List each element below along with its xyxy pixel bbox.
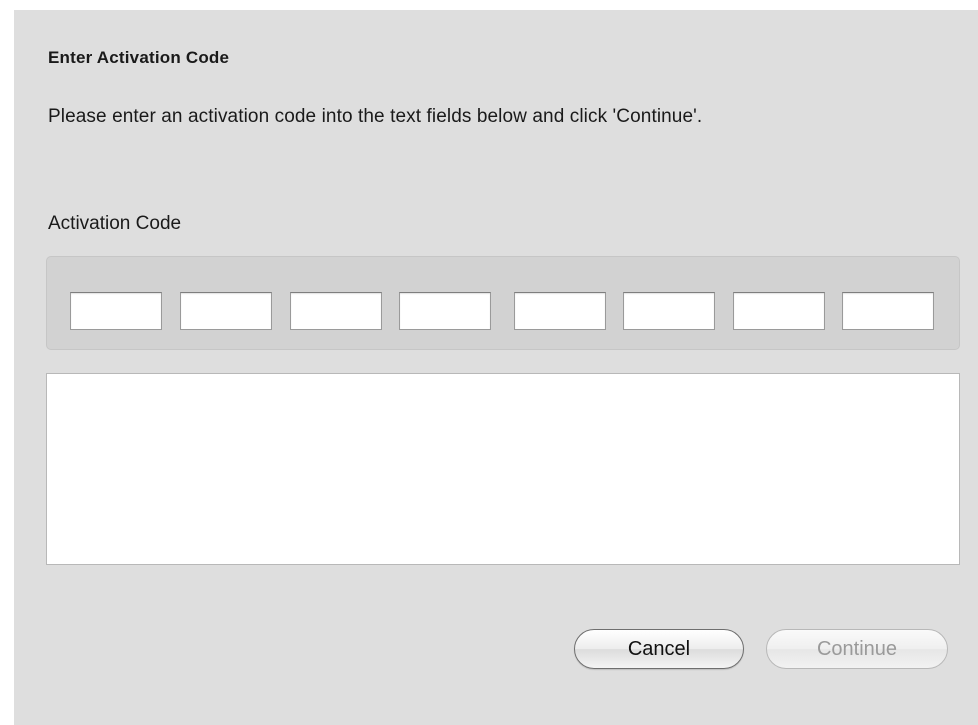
activation-code-field-8[interactable]: [842, 292, 934, 330]
activation-code-field-7[interactable]: [733, 292, 825, 330]
activation-code-label: Activation Code: [48, 213, 182, 234]
dialog-instructions: Please enter an activation code into the…: [48, 106, 703, 127]
activation-code-field-5[interactable]: [514, 292, 606, 330]
dialog-title: Enter Activation Code: [48, 48, 230, 67]
cancel-button[interactable]: Cancel: [574, 629, 744, 669]
activation-code-field-3[interactable]: [290, 292, 382, 330]
activation-code-field-1[interactable]: [70, 292, 162, 330]
activation-code-field-6[interactable]: [623, 292, 715, 330]
continue-button[interactable]: Continue: [766, 629, 948, 669]
activation-dialog: Enter Activation Code Please enter an ac…: [14, 10, 978, 725]
activation-code-field-4[interactable]: [399, 292, 491, 330]
activation-code-group: [46, 256, 960, 350]
status-message-area: [46, 373, 960, 565]
activation-code-field-2[interactable]: [180, 292, 272, 330]
